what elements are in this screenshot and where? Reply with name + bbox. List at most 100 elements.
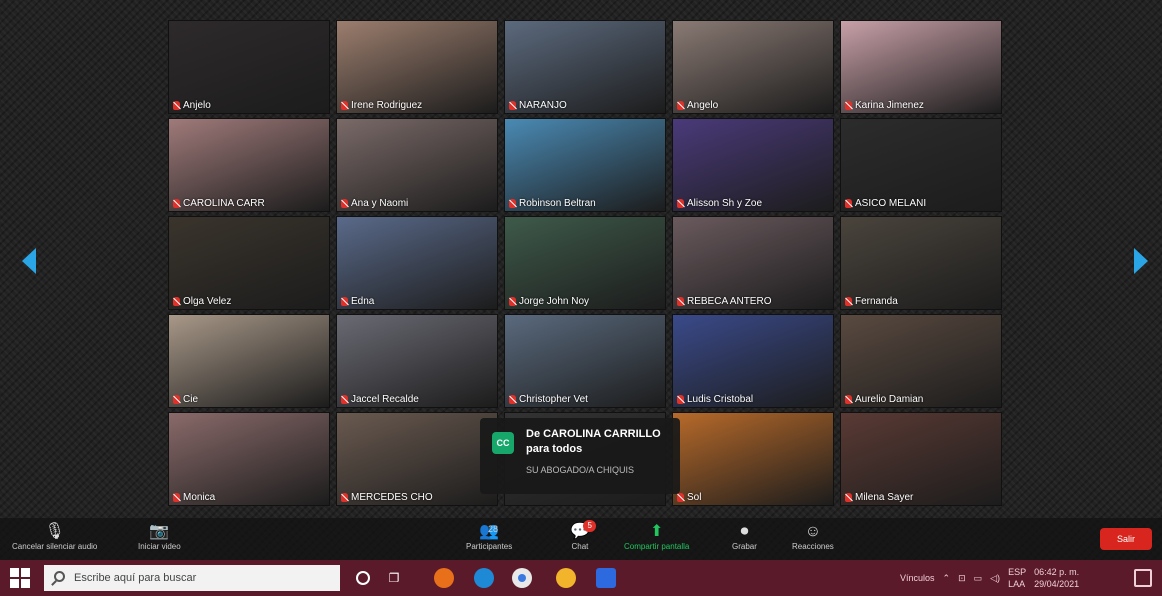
participant-name-label: Milena Sayer [855, 492, 914, 503]
participant-video-tile[interactable]: Cie [168, 314, 330, 408]
mic-muted-icon [845, 493, 852, 502]
mic-muted-icon [341, 297, 348, 306]
participant-name-label: Fernanda [855, 296, 898, 307]
participants-count: 28 [488, 524, 499, 534]
participant-video-tile[interactable]: REBECA ANTERO [672, 216, 834, 310]
mic-muted-icon [509, 297, 516, 306]
participant-video-tile[interactable]: Edna [336, 216, 498, 310]
participant-video-tile[interactable]: CAROLINA CARR [168, 118, 330, 212]
participant-video-tile[interactable]: Jorge John Noy [504, 216, 666, 310]
participant-video-tile[interactable]: Karina Jimenez [840, 20, 1002, 114]
leave-meeting-button[interactable]: Salir [1100, 528, 1152, 550]
network-icon[interactable]: ⊡ [958, 573, 966, 584]
participant-name: Christopher Vet [509, 394, 588, 405]
task-view-icon[interactable]: ❐ [384, 568, 404, 588]
participant-name-label: NARANJO [519, 100, 567, 111]
participant-video-tile[interactable]: Alisson Sh y Zoe [672, 118, 834, 212]
search-icon [54, 571, 65, 582]
participant-name-label: Cie [183, 394, 199, 405]
clock[interactable]: 06:42 p. m. 29/04/2021 [1034, 566, 1079, 590]
participant-name-label: ASICO MELANI [855, 198, 927, 209]
participant-name-label: CAROLINA CARR [183, 198, 265, 209]
participant-name: Monica [173, 492, 215, 503]
input-language[interactable]: ESP LAA [1008, 566, 1026, 590]
participant-video-tile[interactable]: Sol [672, 412, 834, 506]
unmute-button[interactable]: 🎙 Cancelar silenciar audio [12, 522, 97, 551]
participant-video-tile[interactable]: NARANJO [504, 20, 666, 114]
participant-name-label: Angelo [687, 100, 719, 111]
participant-video-tile[interactable]: Aurelio Damian [840, 314, 1002, 408]
zoom-icon[interactable] [596, 568, 616, 588]
chat-button[interactable]: 💬 5 Chat [570, 520, 596, 551]
participant-video-tile[interactable]: Jaccel Recalde [336, 314, 498, 408]
mic-muted-icon [845, 297, 852, 306]
mic-muted-icon [341, 395, 348, 404]
participant-name-label: Edna [351, 296, 375, 307]
participant-name-label: Jorge John Noy [519, 296, 590, 307]
participant-name: Irene Rodriguez [341, 100, 422, 111]
participant-video-tile[interactable]: Anjelo [168, 20, 330, 114]
battery-icon[interactable]: ▭ [974, 573, 983, 584]
windows-start-icon[interactable] [10, 568, 30, 588]
participants-button[interactable]: 👥 28 Participantes [466, 522, 512, 551]
participant-video-tile[interactable]: Irene Rodriguez [336, 20, 498, 114]
reactions-button[interactable]: ☺ Reacciones [792, 522, 834, 551]
participant-name: Milena Sayer [845, 492, 913, 503]
mic-muted-icon [845, 199, 852, 208]
participant-video-tile[interactable]: Ludis Cristobal [672, 314, 834, 408]
edge-icon[interactable] [474, 568, 494, 588]
participant-video-tile[interactable]: Christopher Vet [504, 314, 666, 408]
participant-name-label: Robinson Beltran [519, 198, 596, 209]
participant-name: MERCEDES CHO [341, 492, 433, 503]
participant-name: Sol [677, 492, 701, 503]
share-screen-button[interactable]: ⬆ Compartir pantalla [624, 522, 689, 551]
chat-unread-badge: 5 [583, 520, 596, 532]
mic-muted-icon [341, 493, 348, 502]
chrome-canary-icon[interactable] [556, 568, 576, 588]
participant-video-tile[interactable]: Ana y Naomi [336, 118, 498, 212]
participant-video-tile[interactable]: Angelo [672, 20, 834, 114]
participants-label: Participantes [466, 542, 513, 551]
participant-video-tile[interactable]: Robinson Beltran [504, 118, 666, 212]
participant-name: Jaccel Recalde [341, 394, 419, 405]
firefox-icon[interactable] [434, 568, 454, 588]
participant-name: Jorge John Noy [509, 296, 589, 307]
participant-name: Alisson Sh y Zoe [677, 198, 762, 209]
chat-notification[interactable]: CC De CAROLINA CARRILLO para todos SU AB… [480, 418, 680, 494]
participant-name-label: Olga Velez [183, 296, 232, 307]
chevron-up-icon[interactable]: ⌃ [943, 573, 951, 584]
start-video-button[interactable]: 📷 Iniciar video [138, 522, 181, 551]
participant-video-tile[interactable]: Olga Velez [168, 216, 330, 310]
notifications-icon[interactable] [1134, 569, 1152, 587]
reactions-icon: ☺ [804, 523, 822, 540]
cortana-icon[interactable] [356, 571, 370, 585]
mic-muted-icon [173, 101, 180, 110]
next-page-arrow-icon[interactable] [1134, 248, 1148, 274]
participant-video-tile[interactable]: ASICO MELANI [840, 118, 1002, 212]
participant-name: Robinson Beltran [509, 198, 596, 209]
participant-video-tile[interactable]: MERCEDES CHO [336, 412, 498, 506]
chat-message: SU ABOGADO/A CHIQUIS [526, 465, 635, 475]
chat-sender: De CAROLINA CARRILLO [526, 428, 661, 440]
record-button[interactable]: ⏺ Grabar [732, 522, 757, 551]
taskbar-search-input[interactable]: Escribe aquí para buscar [44, 565, 340, 591]
participant-name-label: Aurelio Damian [855, 394, 924, 405]
volume-icon[interactable]: ◁) [990, 573, 1000, 584]
clock-time: 06:42 p. m. [1034, 567, 1080, 577]
mic-muted-icon [173, 199, 180, 208]
record-icon: ⏺ [740, 523, 749, 540]
previous-page-arrow-icon[interactable] [22, 248, 36, 274]
participant-name-label: Irene Rodriguez [351, 100, 423, 111]
mic-muted-icon [677, 395, 684, 404]
participant-name: REBECA ANTERO [677, 296, 771, 307]
participant-name: Anjelo [173, 100, 211, 111]
share-screen-label: Compartir pantalla [624, 542, 690, 551]
mic-muted-icon [677, 297, 684, 306]
chrome-icon[interactable] [512, 568, 532, 588]
participant-video-tile[interactable]: Milena Sayer [840, 412, 1002, 506]
chat-recipient: para todos [526, 443, 583, 455]
participant-video-tile[interactable]: Monica [168, 412, 330, 506]
participant-video-tile[interactable]: Fernanda [840, 216, 1002, 310]
microphone-icon: 🎙 [44, 523, 65, 540]
tray-links[interactable]: Vínculos [900, 573, 935, 583]
